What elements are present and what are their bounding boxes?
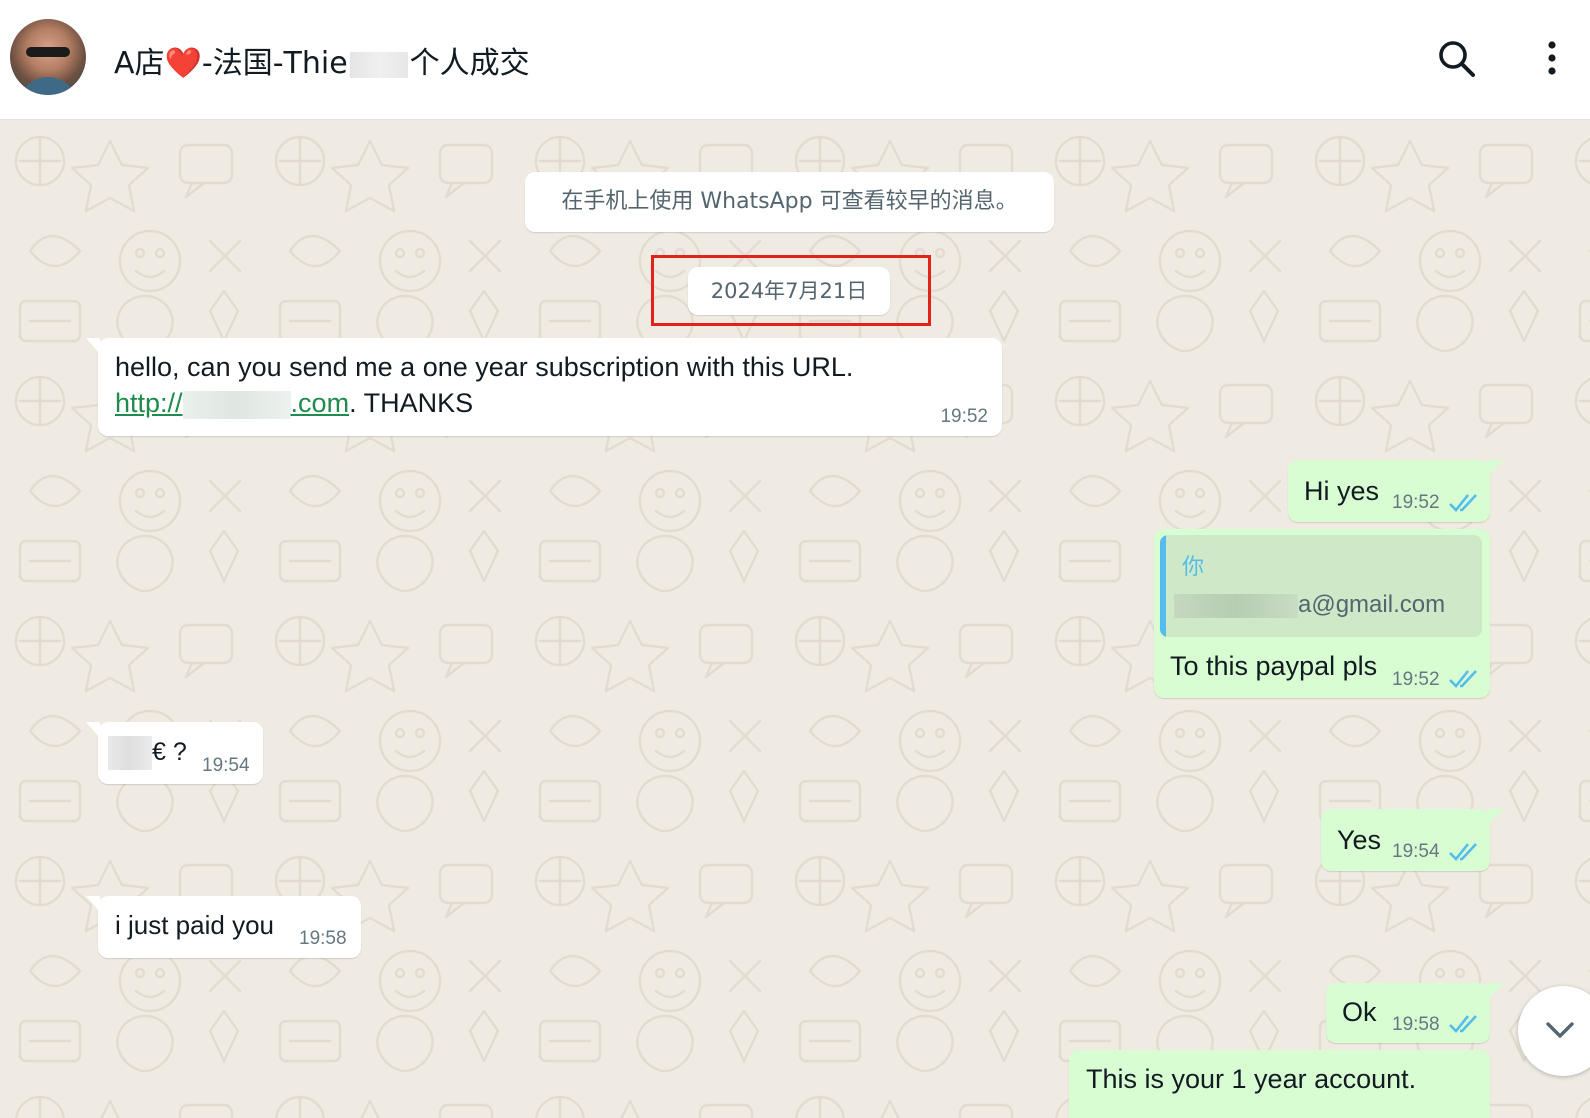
chat-title-mid: -法国-Thie xyxy=(201,46,348,81)
link-end: .com xyxy=(290,388,350,418)
message-time: 19:52 xyxy=(940,406,988,427)
message-time: 19:58 xyxy=(1392,1014,1440,1035)
read-ticks-icon xyxy=(1449,1015,1477,1033)
avatar-glasses xyxy=(26,47,70,57)
message-time: 19:54 xyxy=(1392,841,1440,862)
chevron-down-icon xyxy=(1546,1022,1574,1038)
message-bubble-incoming[interactable]: € ? 19:54 xyxy=(86,722,263,784)
message-text: Yes xyxy=(1337,825,1382,855)
quote-email: a@gmail.com xyxy=(1298,591,1446,618)
more-vertical-icon[interactable] xyxy=(1540,38,1564,78)
message-bubble-outgoing[interactable]: Yes 19:54 xyxy=(1321,809,1504,871)
quoted-message[interactable]: 你 a@gmail.com xyxy=(1160,535,1482,637)
message-text: i just paid you xyxy=(115,910,274,940)
redacted-blur xyxy=(108,736,152,770)
message-link[interactable]: http:// .com xyxy=(115,388,350,419)
message-time: 19:52 xyxy=(1392,492,1440,513)
quote-author: 你 xyxy=(1182,555,1205,580)
message-time: 19:52 xyxy=(1392,669,1440,690)
message-bubble-outgoing[interactable]: Ok 19:58 xyxy=(1326,983,1504,1043)
message-text: This is your 1 year account. xyxy=(1086,1064,1417,1094)
message-text: Ok xyxy=(1342,997,1377,1027)
message-bubble-outgoing[interactable]: Hi yes 19:52 xyxy=(1288,460,1504,522)
message-bubble-outgoing[interactable]: This is your 1 year account. xyxy=(1069,1050,1490,1118)
message-text: € ? xyxy=(152,738,187,766)
contact-avatar[interactable] xyxy=(10,19,86,95)
message-bubble-incoming[interactable]: i just paid you 19:58 xyxy=(86,896,361,958)
message-text-line2: http:// .com. THANKS xyxy=(115,388,473,419)
bubble-tail xyxy=(1488,983,1504,999)
heart-emoji: ❤️ xyxy=(164,46,202,81)
system-notice: 在手机上使用 WhatsApp 可查看较早的消息。 xyxy=(525,172,1054,232)
bubble-tail xyxy=(86,338,100,354)
quote-accent-bar xyxy=(1160,535,1166,637)
link-start: http:// xyxy=(115,388,183,418)
message-text: Hi yes xyxy=(1304,476,1380,506)
message-text: To this paypal pls xyxy=(1170,651,1378,681)
chat-title-suffix: 个人成交 xyxy=(409,46,530,81)
chat-title[interactable]: A店❤️-法国-Thie 个人成交 xyxy=(114,38,530,82)
message-time: 19:58 xyxy=(299,928,347,949)
search-icon[interactable] xyxy=(1436,38,1476,78)
read-ticks-icon xyxy=(1449,494,1477,512)
date-chip: 2024年7月21日 xyxy=(688,267,890,315)
avatar-shirt xyxy=(18,77,78,95)
bubble-tail xyxy=(86,722,100,738)
message-text-tail: . THANKS xyxy=(349,388,474,418)
message-time: 19:54 xyxy=(202,755,250,776)
chat-header: A店❤️-法国-Thie 个人成交 xyxy=(0,0,1590,120)
bubble-tail xyxy=(1488,460,1504,476)
read-ticks-icon xyxy=(1449,843,1477,861)
read-ticks-icon xyxy=(1449,670,1477,688)
message-text: hello, can you send me a one year subscr… xyxy=(115,352,854,382)
redacted-blur xyxy=(182,390,291,419)
message-bubble-outgoing[interactable]: 你 a@gmail.com To this paypal pls 19:52 xyxy=(1154,529,1490,698)
bubble-tail xyxy=(86,896,100,912)
quote-text: a@gmail.com xyxy=(1174,591,1445,619)
message-bubble-incoming[interactable]: hello, can you send me a one year subscr… xyxy=(86,338,1002,436)
redacted-blur xyxy=(1174,593,1298,618)
chat-title-prefix: A店 xyxy=(114,46,165,81)
bubble-tail xyxy=(1488,809,1504,825)
redacted-blur xyxy=(349,51,408,78)
